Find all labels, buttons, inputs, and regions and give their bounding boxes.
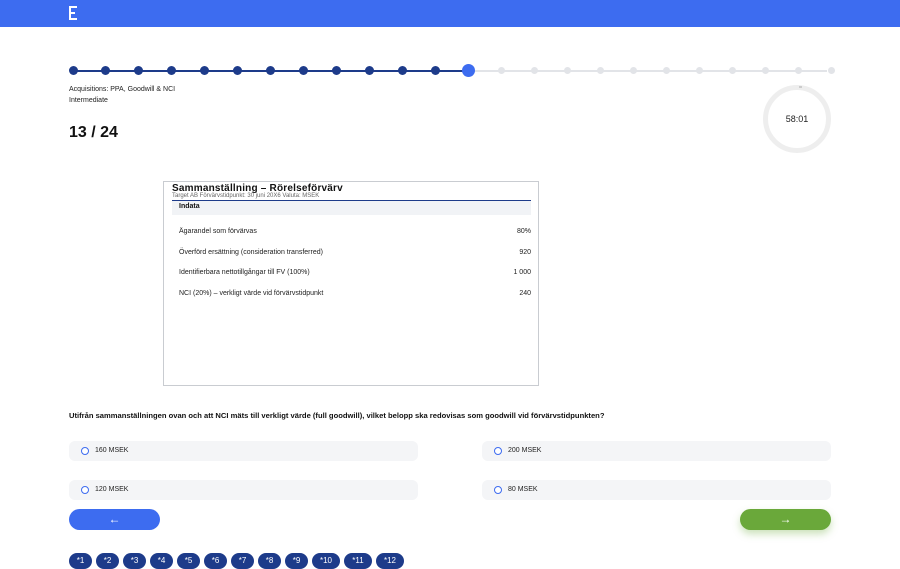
logo-icon[interactable] <box>69 6 77 20</box>
previous-button[interactable]: ← <box>69 509 160 530</box>
progress-step-19[interactable] <box>662 67 670 74</box>
progress-step-1[interactable] <box>68 66 78 75</box>
timer-value: 58:01 <box>785 114 809 124</box>
question-counter: 13 / 24 <box>69 124 118 141</box>
progress-step-24[interactable] <box>827 67 835 74</box>
page-pill-8[interactable]: *8 <box>258 553 281 569</box>
summary-figure: Sammanställning – Rörelseförvärv Target … <box>163 181 539 386</box>
next-button[interactable]: → <box>740 509 831 530</box>
question-text: Utifrån sammanställningen ovan och att N… <box>69 411 605 420</box>
figure-row-label: Ägarandel som förvärvas <box>179 228 257 235</box>
page-pill-12[interactable]: *12 <box>376 553 404 569</box>
progress-step-5[interactable] <box>200 66 210 75</box>
arrow-left-icon: ← <box>108 512 121 526</box>
figure-row: Ägarandel som förvärvas 80% <box>179 228 531 240</box>
figure-section-header: Indata <box>172 201 531 215</box>
radio-icon[interactable] <box>81 486 89 494</box>
progress-step-9[interactable] <box>332 66 342 75</box>
answer-option-label: 200 MSEK <box>508 447 542 454</box>
progress-step-7[interactable] <box>266 66 276 75</box>
progress-step-22[interactable] <box>761 67 769 74</box>
timer-marker-icon <box>799 86 802 88</box>
answer-option-3[interactable]: 120 MSEK <box>69 480 418 500</box>
figure-row-value: 920 <box>519 249 531 256</box>
figure-row-value: 1 000 <box>513 269 531 276</box>
figure-row: NCI (20%) – verkligt värde vid förvärvst… <box>179 290 531 302</box>
figure-row: Överförd ersättning (consideration trans… <box>179 249 531 261</box>
progress-step-20[interactable] <box>695 67 703 74</box>
figure-row-label: Identifierbara nettotillgångar till FV (… <box>179 269 310 276</box>
answer-option-label: 160 MSEK <box>95 447 129 454</box>
page-pill-6[interactable]: *6 <box>204 553 227 569</box>
page-pill-4[interactable]: *4 <box>150 553 173 569</box>
progress-step-11[interactable] <box>398 66 408 75</box>
progress-step-14[interactable] <box>497 67 505 74</box>
arrow-right-icon: → <box>779 512 792 526</box>
answer-option-1[interactable]: 160 MSEK <box>69 441 418 461</box>
figure-row: Identifierbara nettotillgångar till FV (… <box>179 269 531 281</box>
figure-row-label: Överförd ersättning (consideration trans… <box>179 249 323 256</box>
progress-line-todo <box>468 70 827 72</box>
page-pill-10[interactable]: *10 <box>312 553 340 569</box>
progress-step-8[interactable] <box>299 66 309 75</box>
progress-step-2[interactable] <box>101 66 111 75</box>
figure-row-label: NCI (20%) – verkligt värde vid förvärvst… <box>179 290 324 297</box>
answer-option-label: 80 MSEK <box>508 486 538 493</box>
figure-subtitle: Target AB Förvärvstidpunkt: 30 juni 20X6… <box>172 193 320 199</box>
progress-step-23[interactable] <box>794 67 802 74</box>
figure-row-value: 80% <box>516 228 531 235</box>
progress-step-3[interactable] <box>134 66 144 75</box>
radio-icon[interactable] <box>494 447 502 455</box>
topic-label: Acquisitions: PPA, Goodwill & NCI <box>69 86 176 93</box>
answer-option-label: 120 MSEK <box>95 486 129 493</box>
progress-step-17[interactable] <box>596 67 604 74</box>
page-pill-11[interactable]: *11 <box>344 553 372 569</box>
answer-option-4[interactable]: 80 MSEK <box>482 480 831 500</box>
radio-icon[interactable] <box>81 447 89 455</box>
progress-step-6[interactable] <box>233 66 243 75</box>
figure-section-label: Indata <box>179 203 200 210</box>
progress-step-10[interactable] <box>365 66 375 75</box>
progress-step-16[interactable] <box>563 67 571 74</box>
answer-option-2[interactable]: 200 MSEK <box>482 441 831 461</box>
level-label: Intermediate <box>69 97 108 104</box>
progress-step-21[interactable] <box>728 67 736 74</box>
top-bar <box>0 0 900 27</box>
page-pill-2[interactable]: *2 <box>96 553 119 569</box>
page-pill-9[interactable]: *9 <box>285 553 308 569</box>
progress-step-18[interactable] <box>629 67 637 74</box>
timer-ring: 58:01 <box>763 85 831 153</box>
page-pill-3[interactable]: *3 <box>123 553 146 569</box>
progress-step-4[interactable] <box>167 66 177 75</box>
progress-stepper <box>68 64 835 78</box>
progress-step-12[interactable] <box>431 66 441 75</box>
radio-icon[interactable] <box>494 486 502 494</box>
figure-row-value: 240 <box>519 290 531 297</box>
page-pill-1[interactable]: *1 <box>69 553 92 569</box>
progress-step-13[interactable] <box>461 64 475 77</box>
page-pill-7[interactable]: *7 <box>231 553 254 569</box>
page-pill-5[interactable]: *5 <box>177 553 200 569</box>
progress-step-15[interactable] <box>530 67 538 74</box>
